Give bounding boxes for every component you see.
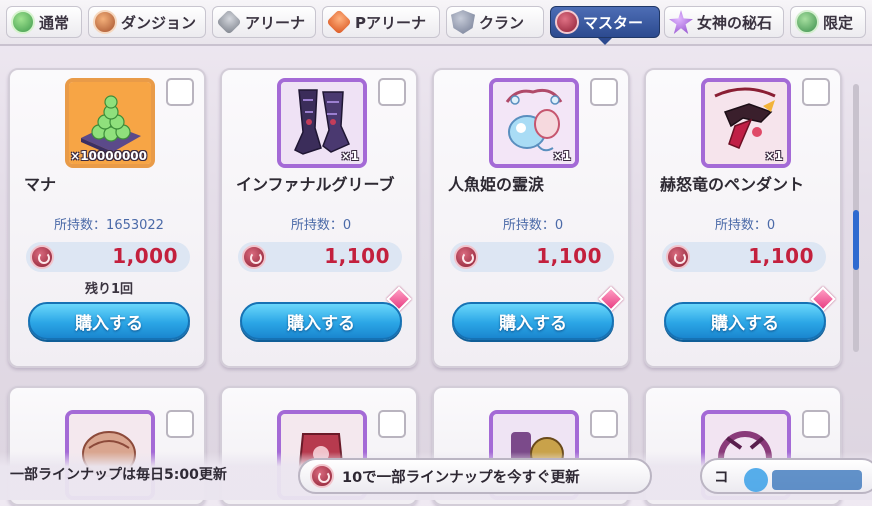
remaining-count: 残り1回 bbox=[84, 282, 134, 297]
tab-label: ダンジョン bbox=[121, 13, 197, 32]
select-checkbox[interactable] bbox=[378, 410, 406, 438]
item-frame[interactable]: ×1 bbox=[489, 78, 579, 168]
dungeon-coin-icon bbox=[93, 10, 117, 34]
master-coin-icon bbox=[242, 245, 266, 269]
clover-icon bbox=[11, 10, 35, 34]
lineup-update-notice: 一部ラインナップは毎日5:00更新 bbox=[10, 467, 227, 483]
tab-label: 限定 bbox=[823, 13, 854, 32]
price-value: 1,100 bbox=[536, 244, 602, 268]
tab-arena[interactable]: アリーナ bbox=[212, 6, 316, 38]
tab-label: 通常 bbox=[39, 13, 70, 32]
select-checkbox[interactable] bbox=[802, 410, 830, 438]
shop-item-card: ×1 インファナルグリーブ 所持数：0 1,100 購入する bbox=[220, 68, 418, 368]
tab-master[interactable]: マスター bbox=[550, 6, 660, 45]
item-quantity: ×10000000 bbox=[70, 149, 147, 163]
master-coin-icon bbox=[666, 245, 690, 269]
price-box: 1,100 bbox=[238, 242, 402, 272]
item-name: 赫怒竜のペンダント bbox=[660, 175, 805, 194]
master-coin-icon bbox=[454, 245, 478, 269]
tab-label: Pアリーナ bbox=[355, 13, 426, 32]
select-checkbox[interactable] bbox=[802, 78, 830, 106]
refresh-lineup-button[interactable]: 10で一部ラインナップを今すぐ更新 bbox=[298, 458, 652, 494]
tab-label: マスター bbox=[583, 13, 644, 32]
price-box: 1,000 bbox=[26, 242, 190, 272]
item-frame[interactable]: ×10000000 bbox=[65, 78, 155, 168]
price-value: 1,100 bbox=[748, 244, 814, 268]
shop-item-card: ×1 人魚姫の霊涙 所持数：0 1,100 購入する bbox=[432, 68, 630, 368]
owned-count: 所持数：1653022 bbox=[54, 218, 164, 233]
item-quantity: ×1 bbox=[340, 149, 359, 163]
item-name: 人魚姫の霊涙 bbox=[448, 175, 545, 194]
tab-normal[interactable]: 通常 bbox=[6, 6, 82, 38]
buy-button[interactable]: 購入する bbox=[28, 302, 190, 340]
tab-princess-arena[interactable]: Pアリーナ bbox=[322, 6, 440, 38]
select-checkbox[interactable] bbox=[590, 410, 618, 438]
select-checkbox[interactable] bbox=[378, 78, 406, 106]
price-value: 1,000 bbox=[112, 244, 178, 268]
scrollbar-thumb[interactable] bbox=[853, 210, 859, 270]
shop-item-card: ×1 赫怒竜のペンダント 所持数：0 1,100 購入する bbox=[644, 68, 842, 368]
tab-label: クラン bbox=[479, 13, 525, 32]
master-coin-icon bbox=[310, 464, 334, 488]
princess-arena-coin-icon bbox=[326, 9, 352, 35]
select-checkbox[interactable] bbox=[590, 78, 618, 106]
shop-tab-bar: 通常 ダンジョン アリーナ Pアリーナ クラン マスター 女神の秘石 限定 bbox=[0, 0, 872, 46]
select-checkbox[interactable] bbox=[166, 410, 194, 438]
item-name: マナ bbox=[24, 175, 57, 194]
tab-limited[interactable]: 限定 bbox=[790, 6, 866, 38]
price-value: 1,100 bbox=[324, 244, 390, 268]
tab-label: アリーナ bbox=[245, 13, 306, 32]
shop-item-card: ×10000000 マナ 所持数：1653022 1,000 残り1回 購入する bbox=[8, 68, 206, 368]
refresh-label: 10で一部ラインナップを今すぐ更新 bbox=[342, 469, 580, 486]
owned-count: 所持数：0 bbox=[502, 218, 564, 233]
goddess-stone-icon bbox=[669, 10, 693, 34]
tab-goddess-stone[interactable]: 女神の秘石 bbox=[664, 6, 784, 38]
price-box: 1,100 bbox=[662, 242, 826, 272]
arena-coin-icon bbox=[216, 9, 242, 35]
item-frame[interactable]: ×1 bbox=[701, 78, 791, 168]
owned-count: 所持数：0 bbox=[290, 218, 352, 233]
tab-label: 女神の秘石 bbox=[697, 13, 773, 32]
limited-coin-icon bbox=[795, 10, 819, 34]
coin-exchange-label: コ bbox=[714, 469, 729, 486]
buy-button[interactable]: 購入する bbox=[452, 302, 614, 340]
item-quantity: ×1 bbox=[552, 149, 571, 163]
item-frame[interactable]: ×1 bbox=[277, 78, 367, 168]
buy-button[interactable]: 購入する bbox=[240, 302, 402, 340]
owned-count: 所持数：0 bbox=[714, 218, 776, 233]
watermark-logo-icon bbox=[744, 468, 862, 492]
price-box: 1,100 bbox=[450, 242, 614, 272]
tab-clan[interactable]: クラン bbox=[446, 6, 544, 38]
item-name: インファナルグリーブ bbox=[236, 175, 395, 194]
master-coin-icon bbox=[555, 10, 579, 34]
item-quantity: ×1 bbox=[764, 149, 783, 163]
buy-button[interactable]: 購入する bbox=[664, 302, 826, 340]
clan-coin-icon bbox=[451, 10, 475, 34]
master-coin-icon bbox=[30, 245, 54, 269]
select-checkbox[interactable] bbox=[166, 78, 194, 106]
tab-dungeon[interactable]: ダンジョン bbox=[88, 6, 206, 38]
